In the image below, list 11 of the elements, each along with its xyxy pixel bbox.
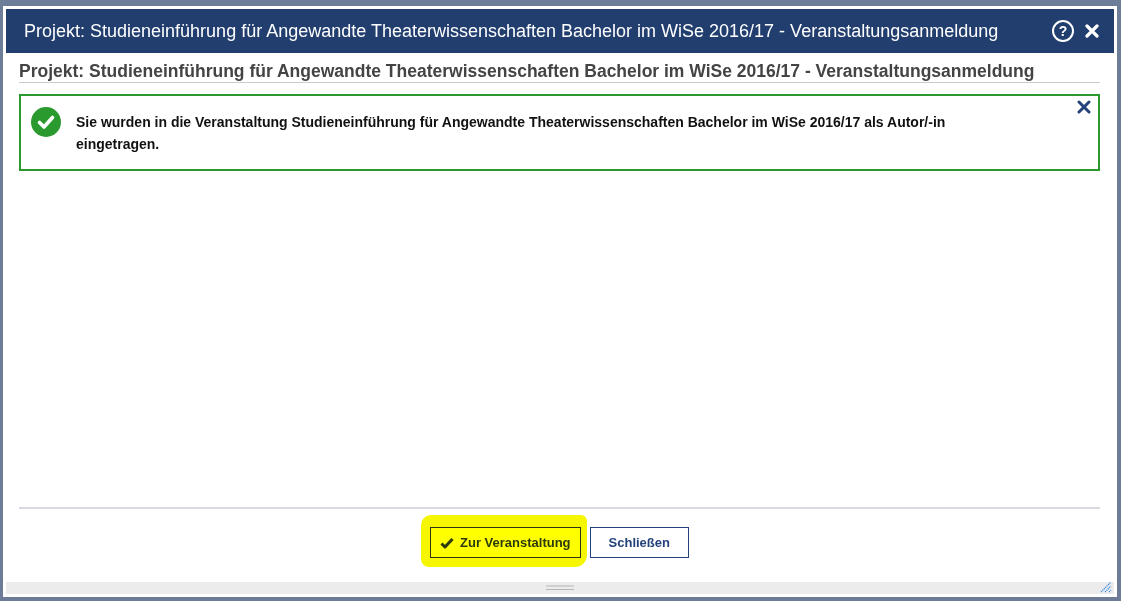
close-button[interactable]: Schließen	[589, 527, 689, 558]
close-icon[interactable]	[1077, 100, 1091, 114]
help-button[interactable]: ?	[1052, 20, 1074, 42]
message-text: Sie wurden in die Veranstaltung Studieneinführung für Angewandte Theaterwissenschaften Bachelor im WiSe 2016/17 als Autor/-in eingetragen.	[76, 113, 947, 154]
check-icon	[440, 536, 454, 549]
window-title: Projekt: Studieneinführung für Angewandte Theaterwissenschaften Bachelor im WiSe 2016/17 - Veranstaltungsanmeldung	[24, 20, 1000, 42]
confirm-button[interactable]: Zur Veranstaltung	[430, 527, 581, 558]
drag-grip-icon[interactable]	[546, 585, 574, 591]
resize-handle-icon[interactable]	[1100, 581, 1112, 593]
dialog-heading: Projekt: Studieneinführung für Angewandte Theaterwissenschaften Bachelor im WiSe 2016/17 - Veranstaltungsanmeldung	[19, 53, 1100, 83]
check-circle-icon	[31, 107, 61, 137]
